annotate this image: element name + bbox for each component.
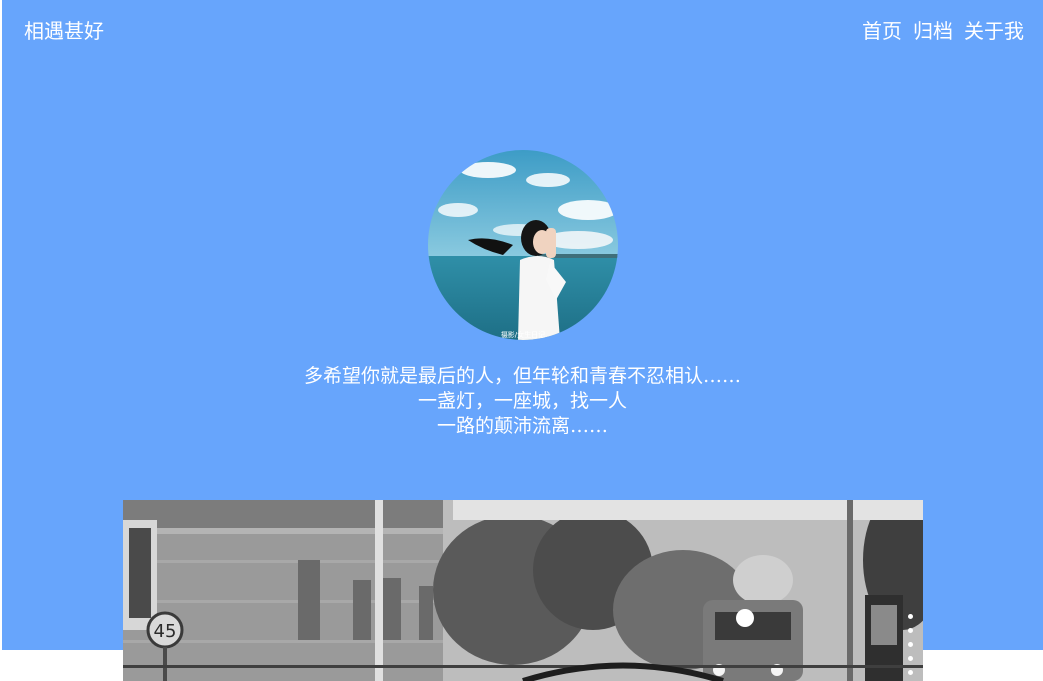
bio-line: 多希望你就是最后的人，但年轮和青春不忍相认……	[303, 365, 741, 387]
cover-photo: 45	[123, 500, 923, 681]
slide-dots	[905, 614, 915, 681]
post-cover-image[interactable]: 45	[123, 500, 923, 681]
blog-page: 相遇甚好 首页 归档 关于我 摄影/女生日记 多希望你就是最后的人，但年轮和青春…	[0, 0, 1043, 681]
page-left-border	[0, 0, 2, 681]
main-nav: 首页 归档 关于我	[862, 17, 1024, 45]
avatar: 摄影/女生日记	[428, 150, 618, 340]
slide-dot[interactable]	[907, 614, 913, 619]
nav-home-link[interactable]: 首页	[862, 17, 902, 45]
avatar-watermark: 摄影/女生日记	[501, 330, 545, 339]
bio-line: 一盏灯，一座城，找一人	[417, 390, 627, 412]
slide-dot[interactable]	[907, 670, 913, 675]
nav-archive-link[interactable]: 归档	[913, 17, 953, 45]
bio-line: 一路的颠沛流离……	[436, 415, 608, 437]
slide-dot[interactable]	[907, 628, 913, 633]
bio-text: 多希望你就是最后的人，但年轮和青春不忍相认…… 一盏灯，一座城，找一人 一路的颠…	[2, 364, 1043, 439]
avatar-photo: 摄影/女生日记	[428, 150, 618, 340]
slide-dot[interactable]	[907, 656, 913, 661]
cover-speed-sign: 45	[154, 621, 177, 642]
nav-about-link[interactable]: 关于我	[964, 17, 1024, 45]
site-title-link[interactable]: 相遇甚好	[24, 17, 104, 45]
slide-dot[interactable]	[907, 642, 913, 647]
